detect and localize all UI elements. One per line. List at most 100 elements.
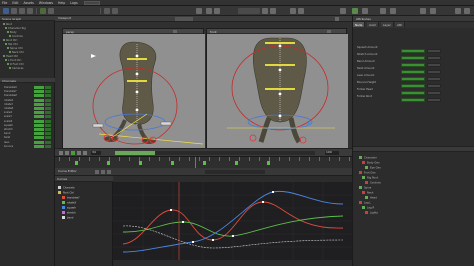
outline-item[interactable]: Controls [365,181,381,185]
tree-item[interactable]: Hip Ctrl [5,43,18,47]
joint-chest[interactable] [135,90,139,94]
layout-icon[interactable] [262,8,268,14]
channel-row[interactable]: translateZ [2,94,52,98]
end-frame-field[interactable]: 100 [325,151,339,155]
joint-neck-front[interactable] [278,68,282,72]
pivot-tool-icon[interactable] [40,8,46,14]
outline-item[interactable]: Spine [359,186,371,190]
next-frame-icon[interactable] [77,151,81,155]
timeline-key[interactable] [203,161,206,165]
joint-head[interactable] [135,54,139,58]
viewport-right-menu-icon[interactable] [327,30,331,33]
tab-attr[interactable]: Attr [395,22,406,27]
timeline-key[interactable] [171,161,174,165]
range-handle[interactable] [115,151,155,155]
tree-item[interactable]: Neck Ctrl [9,51,24,55]
prev-frame-icon[interactable] [65,151,69,155]
channel-row[interactable]: squash [2,123,52,128]
channel-key-toggle[interactable] [45,128,51,131]
menu-edit[interactable]: Edit [12,1,18,5]
outline-item[interactable]: Eye Geo [365,166,381,170]
channel-key-toggle[interactable] [45,136,51,140]
curve-list-item[interactable]: rotateX [62,201,76,205]
channel-value-field[interactable] [34,144,44,148]
tree-item[interactable]: L Foot Ctrl [5,59,21,63]
channel-value-field[interactable] [34,140,44,144]
channel-value-field[interactable] [34,86,44,89]
maximize-icon[interactable] [335,17,339,21]
sync-icon[interactable] [352,8,358,14]
attribute-value-field[interactable] [427,98,441,102]
joint-hip-front[interactable] [278,114,282,118]
timeline-key[interactable] [107,161,110,165]
curve-list-item[interactable]: Root Ctrl [58,191,74,195]
chest-control-front[interactable] [265,88,295,90]
settings-icon[interactable] [340,8,346,14]
key-icon[interactable] [362,8,368,14]
scale-tool-icon[interactable] [27,8,33,14]
viewport-front[interactable]: front [206,28,348,149]
channel-value-field[interactable] [34,111,44,115]
channel-value-field[interactable] [34,102,44,106]
outline-item[interactable]: Foot Geo [359,171,376,175]
play-icon[interactable] [206,8,212,14]
camera-icon[interactable] [104,8,110,14]
channel-value-field[interactable] [34,132,44,136]
channel-key-toggle[interactable] [45,132,51,136]
spine-control-front[interactable] [265,64,295,66]
tree-item[interactable]: Root Ctrl [3,39,17,43]
joint-neck[interactable] [135,72,139,76]
grid-icon[interactable] [270,8,276,14]
channel-value-field[interactable] [34,98,44,102]
menu-logs[interactable]: Logs [70,1,77,5]
tree-item[interactable]: Character Rig [5,27,26,31]
user-icon[interactable] [420,8,426,14]
timeline[interactable] [55,156,352,169]
shaded-icon[interactable] [298,8,304,14]
menu-windows[interactable]: Windows [39,1,53,5]
channel-value-field[interactable] [34,128,44,131]
channel-value-field[interactable] [34,123,44,127]
menu-help[interactable]: Help [58,1,65,5]
outline-item[interactable]: Leg R [362,206,374,210]
channel-key-toggle[interactable] [45,140,51,144]
channel-row[interactable]: bounce [2,144,52,149]
timeline-key[interactable] [139,161,142,165]
outline-item[interactable]: Character [359,156,377,160]
joint-head-front[interactable] [278,44,282,48]
joint-chest-front[interactable] [278,92,282,96]
channel-key-toggle[interactable] [45,94,51,98]
tab-node[interactable]: Node [353,22,366,27]
tree-item[interactable]: Head Ctrl [3,55,18,59]
curve-list-item[interactable]: squash [62,206,76,210]
tree-item[interactable]: R Foot Ctrl [7,63,24,67]
curve-list-item[interactable]: bend [62,216,73,220]
channel-value-field[interactable] [34,94,44,98]
channel-key-toggle[interactable] [45,98,51,102]
workspace-dropdown[interactable] [238,8,260,14]
viewport-perspective[interactable]: persp [62,28,205,149]
tree-item[interactable]: Root [3,23,12,27]
channel-key-toggle[interactable] [45,123,51,127]
channel-value-field[interactable] [34,136,44,140]
curve-list-item[interactable]: Channels [58,186,75,190]
tree-item[interactable]: Body [7,31,17,35]
lock-icon[interactable] [380,8,386,14]
curve-graph[interactable] [113,182,352,260]
menu-file[interactable]: File [2,1,7,5]
left-knee-pole[interactable] [92,123,104,128]
attribute-slider[interactable] [401,98,425,102]
help-icon[interactable] [430,8,436,14]
channel-row[interactable]: scaleZ [2,119,52,124]
channel-key-toggle[interactable] [45,111,51,115]
expand-icon[interactable] [455,8,461,14]
channel-row[interactable]: rotateX [2,98,52,103]
frame-all-icon[interactable] [95,170,99,174]
channel-key-toggle[interactable] [45,102,51,106]
tab-layer[interactable]: Layer [381,22,394,27]
tab-anim[interactable]: Anim [367,22,380,27]
play-button[interactable] [71,151,75,155]
last-frame-icon[interactable] [83,151,87,155]
tree-item[interactable]: Spine Ctrl [7,47,23,51]
frame-selected-icon[interactable] [101,170,105,174]
